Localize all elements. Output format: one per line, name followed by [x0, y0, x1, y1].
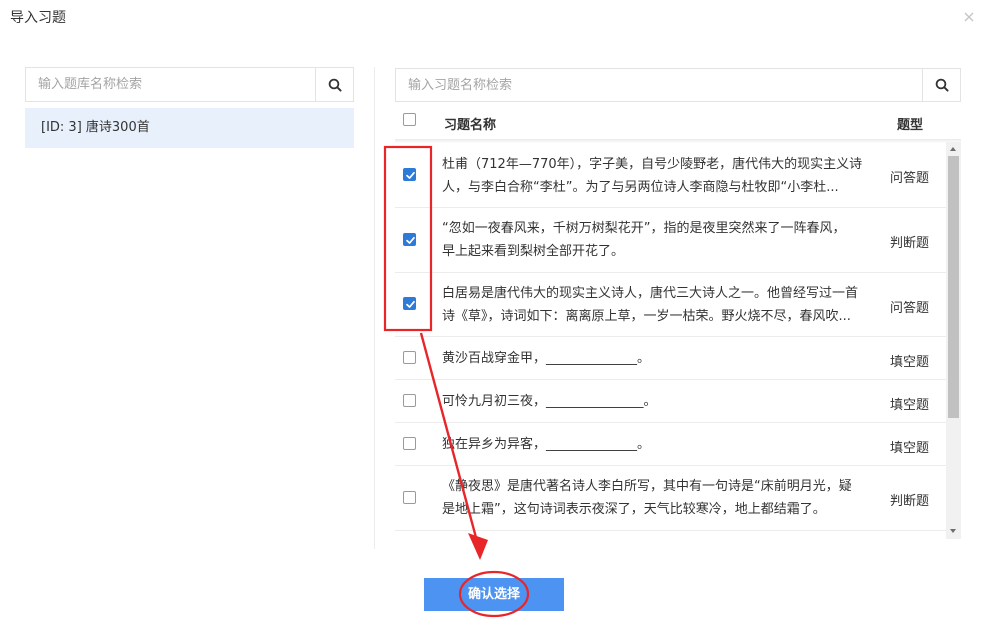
row-checkbox[interactable] [403, 491, 416, 504]
question-name: 独在异乡为异客，______________。 [442, 437, 651, 452]
scrollbar-thumb[interactable] [948, 156, 959, 418]
question-row[interactable]: 可怜九月初三夜，_______________。 填空题 [395, 380, 946, 423]
column-header-name: 习题名称 [444, 118, 497, 133]
question-name: 白居易是唐代伟大的现实主义诗人，唐代三大诗人之一。他曾经写过一首 诗《草》，诗词… [442, 286, 859, 324]
question-type: 问答题 [890, 171, 930, 186]
question-name: “忽如一夜春风来，千树万树梨花开”，指的是夜里突然来了一阵春风， 早上起来看到梨… [442, 221, 846, 259]
row-checkbox[interactable] [403, 437, 416, 450]
question-type: 填空题 [890, 398, 930, 413]
question-list-scrollbar[interactable] [946, 142, 961, 539]
question-row[interactable]: 杜甫（712年—770年），字子美，自号少陵野老，唐代伟大的现实主义诗 人，与李… [395, 144, 946, 208]
library-search-box [25, 67, 354, 102]
row-checkbox[interactable] [403, 297, 416, 310]
question-type: 填空题 [890, 441, 930, 456]
scroll-down-arrow-icon[interactable] [950, 529, 956, 533]
question-list: 杜甫（712年—770年），字子美，自号少陵野老，唐代伟大的现实主义诗 人，与李… [395, 144, 946, 538]
scroll-up-arrow-icon[interactable] [950, 147, 956, 151]
question-row[interactable]: 独在异乡为异客，______________。 填空题 [395, 423, 946, 466]
question-table-header: 习题名称 题型 [395, 104, 961, 140]
question-search-input[interactable] [396, 69, 922, 101]
library-search-button[interactable] [315, 68, 353, 101]
search-icon [935, 78, 949, 92]
row-checkbox[interactable] [403, 394, 416, 407]
question-row[interactable]: “忽如一夜春风来，千树万树梨花开”，指的是夜里突然来了一阵春风， 早上起来看到梨… [395, 208, 946, 273]
question-type: 填空题 [890, 355, 930, 370]
library-item[interactable]: [ID: 3] 唐诗300首 [25, 108, 354, 148]
close-icon[interactable] [960, 8, 978, 26]
search-icon [328, 78, 342, 92]
question-name: 《静夜思》是唐代著名诗人李白所写，其中有一句诗是“床前明月光，疑 是地上霜”，这… [442, 479, 852, 517]
confirm-selection-button[interactable]: 确认选择 [424, 578, 564, 611]
question-row[interactable]: 白居易是唐代伟大的现实主义诗人，唐代三大诗人之一。他曾经写过一首 诗《草》，诗词… [395, 273, 946, 337]
dialog-title: 导入习题 [10, 10, 66, 26]
question-name: 杜甫（712年—770年），字子美，自号少陵野老，唐代伟大的现实主义诗 人，与李… [442, 157, 863, 195]
question-type: 判断题 [890, 494, 930, 509]
library-search-input[interactable] [26, 68, 315, 101]
question-search-box [395, 68, 961, 102]
row-checkbox[interactable] [403, 168, 416, 181]
panel-divider [374, 67, 375, 549]
select-all-checkbox[interactable] [403, 113, 416, 126]
question-search-button[interactable] [922, 69, 960, 101]
header-shadow [395, 139, 961, 143]
question-name: 可怜九月初三夜，_______________。 [442, 394, 657, 409]
column-header-type: 题型 [897, 118, 924, 133]
question-type: 判断题 [890, 236, 930, 251]
row-checkbox[interactable] [403, 233, 416, 246]
question-row[interactable]: 《静夜思》是唐代著名诗人李白所写，其中有一句诗是“床前明月光，疑 是地上霜”，这… [395, 466, 946, 531]
question-type: 问答题 [890, 301, 930, 316]
question-row[interactable]: 黄沙百战穿金甲，______________。 填空题 [395, 337, 946, 380]
question-name: 黄沙百战穿金甲，______________。 [442, 351, 651, 366]
row-checkbox[interactable] [403, 351, 416, 364]
